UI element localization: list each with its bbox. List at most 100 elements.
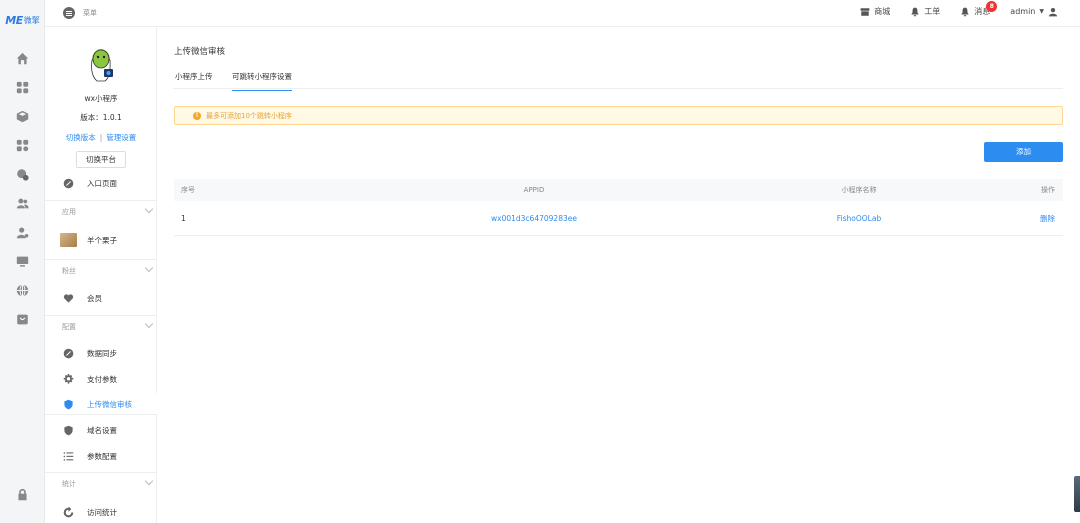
miniprogram-table: 序号 APPID 小程序名称 操作 1 wx001d3c64709283ee F…: [174, 179, 1063, 236]
tab-miniprogram-upload[interactable]: 小程序上传: [175, 71, 213, 91]
user-settings-icon[interactable]: [14, 224, 30, 240]
header-action: 操作: [1041, 186, 1055, 194]
list-icon: [62, 450, 74, 462]
user-menu[interactable]: admin ▼: [1010, 7, 1058, 17]
globe-icon[interactable]: [14, 282, 30, 298]
nav-item-domain-settings[interactable]: 域名设置: [45, 419, 157, 441]
switch-platform-button[interactable]: 切换平台: [76, 151, 126, 168]
app-avatar: [91, 49, 113, 82]
delete-link[interactable]: 删除: [1040, 201, 1055, 235]
logo-mark: ME: [5, 13, 23, 27]
nav-label: 数据同步: [87, 348, 117, 358]
warning-alert: ! 最多可添加10个跳转小程序: [174, 106, 1063, 125]
header-index: 序号: [181, 186, 195, 194]
app-card: wx小程序 版本：1.0.1 切换版本 | 管理设置 切换平台: [45, 27, 157, 177]
group-head-stats[interactable]: 统计: [45, 472, 157, 494]
nav-item-param-config[interactable]: 参数配置: [45, 445, 157, 467]
store-label: 商城: [874, 7, 891, 16]
app-thumbnail: [60, 233, 77, 247]
chevron-down-icon: [144, 204, 154, 214]
app-name: wx小程序: [84, 94, 118, 103]
secondary-sidebar: wx小程序 版本：1.0.1 切换版本 | 管理设置 切换平台 入口页面 应用 羊个…: [45, 27, 157, 523]
heart-icon: [62, 292, 74, 304]
caret-down-icon: ▼: [1039, 8, 1044, 15]
nav-item-payment-params[interactable]: 支付参数: [45, 368, 157, 390]
link-icon: [62, 347, 74, 359]
monitor-icon[interactable]: [14, 253, 30, 269]
nav-label: 入口页面: [87, 178, 117, 188]
store-link[interactable]: 商城: [860, 6, 890, 17]
chevron-down-icon: [144, 476, 154, 486]
app-links: 切换版本 | 管理设置: [45, 132, 157, 143]
username: admin: [1010, 7, 1036, 16]
nav-item-data-sync[interactable]: 数据同步: [45, 342, 157, 364]
group-title: 应用: [62, 207, 76, 216]
table-row: 1 wx001d3c64709283ee FishoOOLab 删除: [174, 201, 1063, 236]
shield-icon: [62, 398, 74, 410]
bell-icon: [911, 7, 920, 16]
ticket-link[interactable]: 工单: [910, 6, 940, 17]
group-head-fans[interactable]: 粉丝: [45, 259, 157, 281]
nav-item-upload-wechat-review[interactable]: 上传微信审核: [45, 393, 157, 415]
user-icon: [1048, 7, 1058, 16]
nav-label: 支付参数: [87, 374, 117, 384]
logo-text: 微擎: [23, 15, 40, 25]
nav-label: 上传微信审核: [87, 399, 132, 409]
table-header: 序号 APPID 小程序名称 操作: [174, 179, 1063, 201]
refresh-icon: [62, 506, 74, 518]
switch-version-link[interactable]: 切换版本: [66, 133, 96, 142]
tab-bar: 小程序上传 可跳转小程序设置: [173, 69, 1063, 91]
group-title: 配置: [62, 322, 76, 331]
nav-item-yang-li-zi[interactable]: 羊个栗子: [45, 229, 157, 251]
settings-icon[interactable]: [14, 166, 30, 182]
add-button[interactable]: 添加: [984, 142, 1063, 162]
nav-label: 域名设置: [87, 425, 117, 435]
nav-label: 参数配置: [87, 451, 117, 461]
store-icon: [860, 7, 870, 16]
nav-item-visit-stats[interactable]: 访问统计: [45, 501, 157, 523]
nav-label: 羊个栗子: [87, 235, 117, 245]
warning-icon: !: [193, 111, 201, 120]
users-icon[interactable]: [14, 195, 30, 211]
app-version: 版本：1.0.1: [80, 113, 122, 122]
side-scroll-handle[interactable]: [1074, 476, 1080, 512]
cube-icon[interactable]: [14, 108, 30, 124]
link-icon: [62, 177, 74, 189]
icon-rail: ME 微擎: [0, 0, 45, 523]
shop-icon[interactable]: [14, 311, 30, 327]
group-title: 统计: [62, 479, 76, 488]
nav-label: 会员: [87, 293, 102, 303]
home-icon[interactable]: [14, 50, 30, 66]
nav-label: 访问统计: [87, 507, 117, 517]
ticket-label: 工单: [924, 7, 941, 16]
row-name[interactable]: FishoOOLab: [759, 201, 959, 235]
tab-jump-miniprogram-settings[interactable]: 可跳转小程序设置: [232, 71, 292, 91]
menu-label: 菜单: [83, 9, 97, 17]
menu-toggle-button[interactable]: 菜单: [63, 7, 97, 19]
group-head-config[interactable]: 配置: [45, 315, 157, 337]
lock-icon[interactable]: [14, 486, 30, 502]
chevron-down-icon: [144, 319, 154, 329]
nav-item-entry-page[interactable]: 入口页面: [45, 172, 157, 194]
row-appid[interactable]: wx001d3c64709283ee: [434, 201, 634, 235]
page-title: 上传微信审核: [174, 47, 226, 57]
row-index: 1: [181, 213, 186, 223]
message-link[interactable]: 消息 8: [960, 1, 998, 17]
link-separator: |: [99, 133, 103, 142]
apps-icon[interactable]: [14, 137, 30, 153]
grid-icon[interactable]: [14, 79, 30, 95]
bell-icon: [961, 7, 970, 16]
shield-icon: [62, 424, 74, 436]
message-badge: 8: [986, 1, 998, 12]
header-name: 小程序名称: [841, 186, 877, 194]
chevron-down-icon: [144, 263, 154, 273]
nav-item-member[interactable]: 会员: [45, 287, 157, 309]
logo[interactable]: ME 微擎: [0, 0, 45, 40]
group-head-app[interactable]: 应用: [45, 200, 157, 222]
menu-icon: [63, 7, 75, 19]
manage-settings-link[interactable]: 管理设置: [106, 133, 136, 142]
gear-icon: [62, 373, 74, 385]
header-appid: APPID: [523, 186, 545, 194]
alert-text: 最多可添加10个跳转小程序: [206, 111, 292, 120]
top-bar: 菜单 商城 工单 消息 8 admin ▼: [45, 0, 1080, 27]
